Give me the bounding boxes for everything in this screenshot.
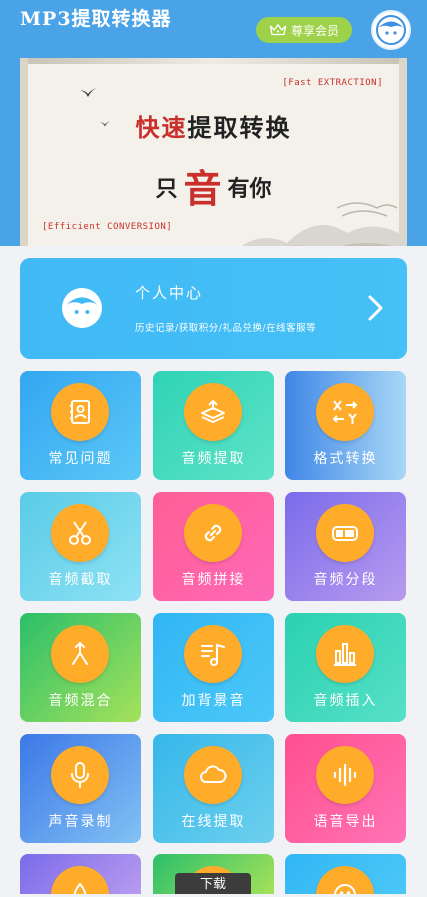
vip-label: 尊享会员 [290,23,339,38]
personal-avatar [62,288,102,328]
xy-convert-icon [332,400,358,424]
bird-icon [80,88,96,97]
cloud-icon [200,765,227,783]
tile-label: 格式转换 [313,451,378,467]
mountain-illustration [241,202,407,246]
tile-label: 音频提取 [181,451,246,467]
voice-wave-icon [333,763,357,787]
microphone-icon [71,762,89,788]
promo-banner[interactable]: [Fast EXTRACTION] 快速提取转换 只音有你 [Efficient… [20,58,407,246]
vip-button[interactable]: 尊享会员 [256,17,352,43]
app-title: MP3提取转换器 [20,8,172,30]
contacts-icon [70,400,90,424]
download-button[interactable]: 下载 [175,873,251,894]
tile-partial[interactable] [285,854,406,894]
tile-audio-join[interactable]: 音频拼接 [153,492,274,601]
tile-label: 音频插入 [313,693,378,709]
avatar-face-icon [376,15,406,45]
user-avatar[interactable] [371,10,411,50]
tile-label: 加背景音 [181,693,246,709]
banner-tag-top: [Fast EXTRACTION] [282,78,383,88]
tile-online-extract[interactable]: 在线提取 [153,734,274,843]
tile-label: 常见问题 [48,451,113,467]
tile-audio-insert[interactable]: 音频插入 [285,613,406,722]
tile-voice-export[interactable]: 语音导出 [285,734,406,843]
merge-icon [72,641,88,665]
tile-label: 在线提取 [181,814,246,830]
equalizer-icon [334,643,356,666]
tile-label: 声音录制 [48,814,113,830]
scissors-icon [69,521,91,545]
tile-label: 语音导出 [313,814,378,830]
crown-icon [269,24,287,36]
avatar-face-icon [63,289,101,327]
tile-add-bgm[interactable]: 加背景音 [153,613,274,722]
tile-voice-record[interactable]: 声音录制 [20,734,141,843]
tile-faq[interactable]: 常见问题 [20,371,141,480]
tile-label: 音频混合 [48,693,113,709]
personal-center-card[interactable]: 个人中心 历史记录/获取积分/礼品兑换/在线客服等 [20,258,407,359]
tile-format-convert[interactable]: 格式转换 [285,371,406,480]
flame-icon [73,882,87,894]
banner-line1: 快速提取转换 [135,113,292,142]
tile-label: 音频截取 [48,572,113,588]
tile-partial[interactable] [20,854,141,894]
banner-tag-bottom: [Efficient CONVERSION] [42,222,173,232]
chevron-right-icon [368,295,383,321]
link-icon [204,524,222,542]
tile-label: 音频分段 [313,572,378,588]
tile-audio-mix[interactable]: 音频混合 [20,613,141,722]
personal-center-subtitle: 历史记录/获取积分/礼品兑换/在线客服等 [135,323,317,334]
tile-label: 音频拼接 [181,572,246,588]
tile-audio-cut[interactable]: 音频截取 [20,492,141,601]
battery-segment-icon [332,526,358,541]
tile-audio-extract[interactable]: 音频提取 [153,371,274,480]
tile-audio-split[interactable]: 音频分段 [285,492,406,601]
music-list-icon [201,643,225,666]
app-header: MP3提取转换器 尊享会员 [Fast EXTRACTION] 快速提取转换 只… [0,0,427,246]
smiley-icon [334,884,356,894]
layers-icon [201,400,225,423]
personal-center-title: 个人中心 [135,284,204,302]
